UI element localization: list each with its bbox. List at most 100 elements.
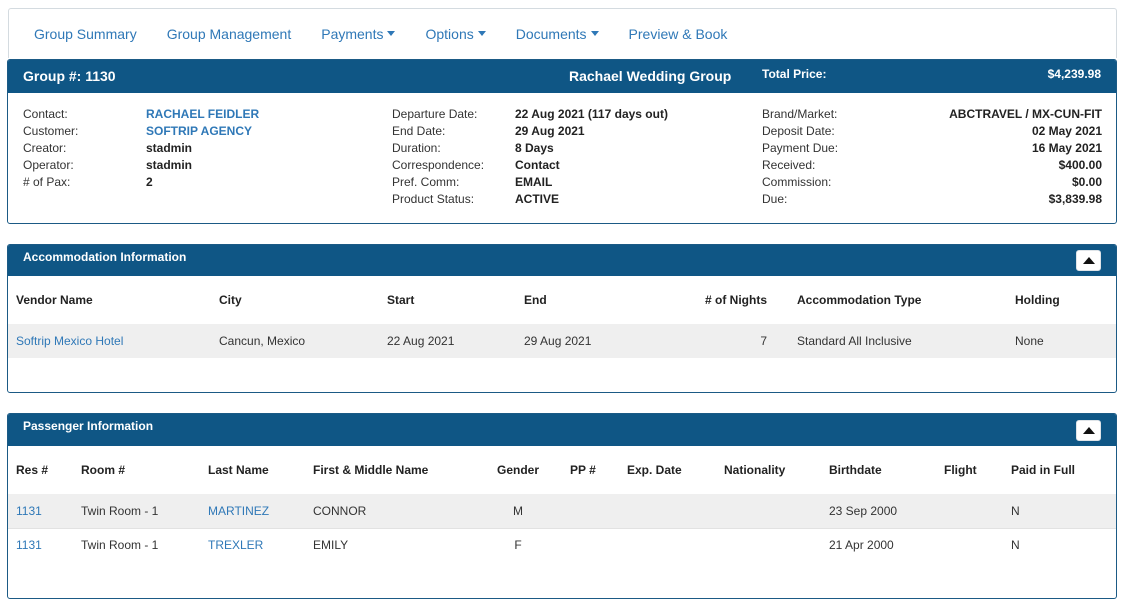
col-header: Paid in Full [1003,446,1117,494]
cell: 23 Sep 2000 [821,494,936,528]
info-value: ABCTRAVEL / MX-CUN-FIT [949,106,1102,123]
info-row-creator: Creator:stadmin [23,140,259,157]
collapse-passenger-button[interactable] [1076,420,1101,441]
info-label: Product Status: [392,191,515,208]
col-header: Exp. Date [619,446,716,494]
nav-label: Documents [516,26,587,42]
col-header: Flight [936,446,1003,494]
col-header: Room # [73,446,200,494]
vendor-link[interactable]: Softrip Mexico Hotel [8,324,211,358]
col-header: Birthdate [821,446,936,494]
info-value: 8 Days [515,140,554,157]
info-value: 22 Aug 2021 (117 days out) [515,106,668,123]
cell: F [474,528,562,562]
cell: CONNOR [305,494,474,528]
customer-link[interactable]: SOFTRIP AGENCY [146,123,252,140]
cell [562,528,619,562]
info-label: Payment Due: [762,140,838,157]
table-row: Softrip Mexico Hotel Cancun, Mexico 22 A… [8,324,1117,358]
info-label: Correspondence: [392,157,515,174]
info-label: Contact: [23,106,146,123]
col-header: Holding [1007,276,1117,324]
info-label: # of Pax: [23,174,146,191]
cell [716,494,821,528]
nav-label: Options [425,26,473,42]
table-row: 1131 Twin Room - 1 MARTINEZ CONNOR M 23 … [8,494,1117,528]
cell: 7 [653,324,775,358]
cell: Twin Room - 1 [73,494,200,528]
nav-label: Group Management [167,26,292,42]
nav-documents-dropdown[interactable]: Documents [516,26,599,42]
cell [716,528,821,562]
info-label: Due: [762,191,787,208]
info-label: Commission: [762,174,831,191]
nav-options-dropdown[interactable]: Options [425,26,485,42]
nav-payments-dropdown[interactable]: Payments [321,26,395,42]
nav-label: Preview & Book [629,26,728,42]
cell: 22 Aug 2021 [379,324,516,358]
contact-link[interactable]: RACHAEL FEIDLER [146,106,259,123]
col-header: Gender [474,446,562,494]
info-value: $0.00 [1072,174,1102,191]
info-row-customer: Customer:SOFTRIP AGENCY [23,123,259,140]
accommodation-header: Accommodation Information [8,245,1116,276]
caret-up-icon [1083,257,1095,264]
last-name-link[interactable]: TREXLER [200,528,305,562]
col-header: Nationality [716,446,821,494]
cell: N [1003,494,1117,528]
col-header: First & Middle Name [305,446,474,494]
top-nav: Group Summary Group Management Payments … [8,8,1117,58]
info-row-operator: Operator:stadmin [23,157,259,174]
cell: None [1007,324,1117,358]
passenger-header: Passenger Information [8,414,1116,446]
info-row-deposit-date: Deposit Date: 02 May 2021 [762,123,1102,140]
info-value: 16 May 2021 [1032,140,1102,157]
res-link[interactable]: 1131 [8,528,73,562]
accommodation-panel: Accommodation Information Vendor Name Ci… [7,244,1117,393]
info-value: 02 May 2021 [1032,123,1102,140]
col-header: Accommodation Type [775,276,1007,324]
info-value: EMAIL [515,174,552,191]
cell: N [1003,528,1117,562]
info-label: Brand/Market: [762,106,837,123]
cell: EMILY [305,528,474,562]
info-row-payment-due: Payment Due: 16 May 2021 [762,140,1102,157]
info-row-contact: Contact:RACHAEL FEIDLER [23,106,259,123]
passenger-panel: Passenger Information Res # Room # Last … [7,413,1117,599]
info-label: End Date: [392,123,515,140]
group-header: Group #: 1130 Rachael Wedding Group Tota… [8,60,1116,93]
info-value: ACTIVE [515,191,559,208]
col-header: Res # [8,446,73,494]
nav-preview-book[interactable]: Preview & Book [629,26,728,42]
caret-down-icon [478,31,486,36]
info-label: Pref. Comm: [392,174,515,191]
info-row-departure: Departure Date:22 Aug 2021 (117 days out… [392,106,668,123]
nav-group-summary[interactable]: Group Summary [34,26,137,42]
col-header: Last Name [200,446,305,494]
last-name-link[interactable]: MARTINEZ [200,494,305,528]
info-value: Contact [515,157,560,174]
total-price-label: Total Price: [762,67,826,81]
section-title: Accommodation Information [23,250,186,264]
info-value: 2 [146,174,153,191]
table-row: 1131 Twin Room - 1 TREXLER EMILY F 21 Ap… [8,528,1117,562]
nav-label: Group Summary [34,26,137,42]
collapse-accommodation-button[interactable] [1076,250,1101,271]
info-label: Duration: [392,140,515,157]
group-info-column-3: Brand/Market: ABCTRAVEL / MX-CUN-FIT Depo… [762,106,1102,208]
cell [619,494,716,528]
info-row-brand: Brand/Market: ABCTRAVEL / MX-CUN-FIT [762,106,1102,123]
col-header: Vendor Name [8,276,211,324]
nav-group-management[interactable]: Group Management [167,26,292,42]
section-title: Passenger Information [23,419,153,433]
info-row-duration: Duration:8 Days [392,140,668,157]
res-link[interactable]: 1131 [8,494,73,528]
cell: 29 Aug 2021 [516,324,653,358]
info-row-due: Due:$3,839.98 [762,191,1102,208]
cell: 21 Apr 2000 [821,528,936,562]
info-label: Deposit Date: [762,123,835,140]
cell: M [474,494,562,528]
caret-up-icon [1083,427,1095,434]
group-summary-panel: Group #: 1130 Rachael Wedding Group Tota… [7,59,1117,224]
info-row-product-status: Product Status:ACTIVE [392,191,668,208]
